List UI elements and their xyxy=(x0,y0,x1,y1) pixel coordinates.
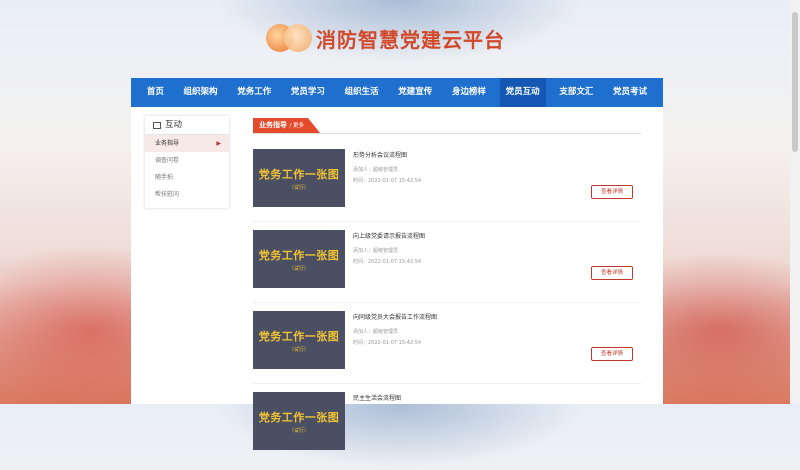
thumbnail-subtitle: （试行） xyxy=(288,184,309,191)
divider xyxy=(253,383,641,384)
site-title: 消防智慧党建云平台 xyxy=(316,27,505,52)
thumbnail-title: 党务工作一张图 xyxy=(258,167,340,181)
nav-item-exams[interactable]: 党员考试 xyxy=(607,78,653,107)
sidebar: 互动 业务指导 ▶ 调查问卷 随手拍 帮扶慰问 xyxy=(145,116,229,208)
list-item: 党务工作一张图 （试行） 形势分析会议流程图 添加人：超级管理员 时间：2022… xyxy=(253,149,641,227)
nav-item-party-work[interactable]: 党务工作 xyxy=(231,78,277,107)
thumbnail-subtitle: （试行） xyxy=(288,427,309,434)
post-time: 时间：2022-01-07 15:42:54 xyxy=(353,259,422,265)
view-detail-button[interactable]: 查看详情 xyxy=(591,266,633,280)
sidebar-title: 互动 xyxy=(165,120,183,130)
nav-item-role-models[interactable]: 身边榜样 xyxy=(446,78,492,107)
page-scrollbar[interactable] xyxy=(790,0,800,404)
sidebar-item-snapshot[interactable]: 随手拍 xyxy=(145,169,229,186)
home-icon xyxy=(153,121,161,129)
post-title[interactable]: 民主生活会流程图 xyxy=(353,393,401,402)
divider xyxy=(253,302,641,303)
sidebar-item-label: 随手拍 xyxy=(155,174,174,181)
nav-item-party-study[interactable]: 党员学习 xyxy=(285,78,331,107)
sidebar-header: 互动 xyxy=(145,116,229,135)
thumbnail-title: 党务工作一张图 xyxy=(258,248,340,262)
divider xyxy=(253,221,641,222)
view-detail-button[interactable]: 查看详情 xyxy=(591,185,633,199)
list-item: 党务工作一张图 （试行） 向同级党员大会报告工作流程图 添加人：超级管理员 时间… xyxy=(253,311,641,389)
post-thumbnail[interactable]: 党务工作一张图 （试行） xyxy=(253,149,345,207)
nav-item-org-life[interactable]: 组织生活 xyxy=(339,78,385,107)
nav-item-organization[interactable]: 组织架构 xyxy=(178,78,224,107)
caret-right-icon: ▶ xyxy=(216,140,221,147)
post-title[interactable]: 向同级党员大会报告工作流程图 xyxy=(353,312,437,321)
sidebar-item-guidance[interactable]: 业务指导 ▶ xyxy=(145,135,229,152)
view-detail-button[interactable]: 查看详情 xyxy=(591,347,633,361)
post-author: 添加人：超级管理员 xyxy=(353,248,399,254)
sidebar-item-label: 业务指导 xyxy=(155,140,180,147)
thumbnail-subtitle: （试行） xyxy=(288,265,309,272)
thumbnail-title: 党务工作一张图 xyxy=(258,329,340,343)
sidebar-item-assistance[interactable]: 帮扶慰问 xyxy=(145,186,229,203)
post-thumbnail[interactable]: 党务工作一张图 （试行） xyxy=(253,392,345,450)
section-tab[interactable]: 业务指导 / 更多 xyxy=(253,118,321,133)
section-tab-label: 业务指导 xyxy=(259,121,287,129)
post-thumbnail[interactable]: 党务工作一张图 （试行） xyxy=(253,230,345,288)
thumbnail-title: 党务工作一张图 xyxy=(258,410,340,424)
scrollbar-thumb[interactable] xyxy=(792,12,798,152)
main-content: 业务指导 / 更多 党务工作一张图 （试行） 形势分析会议流程图 添加人：超级管… xyxy=(253,118,641,450)
post-author: 添加人：超级管理员 xyxy=(353,329,399,335)
nav-item-home[interactable]: 首页 xyxy=(141,78,170,107)
post-thumbnail[interactable]: 党务工作一张图 （试行） xyxy=(253,311,345,369)
sidebar-item-survey[interactable]: 调查问卷 xyxy=(145,152,229,169)
more-link[interactable]: / 更多 xyxy=(289,123,304,129)
post-title[interactable]: 形势分析会议流程图 xyxy=(353,150,407,159)
nav-item-interaction[interactable]: 党员互动 xyxy=(499,78,546,107)
nav-item-publicity[interactable]: 党建宣传 xyxy=(392,78,438,107)
nav-item-branch-articles[interactable]: 支部文汇 xyxy=(553,78,599,107)
sidebar-item-label: 帮扶慰问 xyxy=(155,191,180,198)
post-author: 添加人：超级管理员 xyxy=(353,167,399,173)
post-title[interactable]: 向上级党委请示报告流程图 xyxy=(353,231,425,240)
section-tab-bar: 业务指导 / 更多 xyxy=(253,118,641,134)
thumbnail-subtitle: （试行） xyxy=(288,346,309,353)
post-time: 时间：2022-01-07 15:42:54 xyxy=(353,340,422,346)
content-container: 首页 组织架构 党务工作 党员学习 组织生活 党建宣传 身边榜样 党员互动 支部… xyxy=(131,78,663,450)
site-header: 消防智慧党建云平台 xyxy=(266,20,505,56)
main-nav: 首页 组织架构 党务工作 党员学习 组织生活 党建宣传 身边榜样 党员互动 支部… xyxy=(131,78,663,107)
logo-icon xyxy=(266,22,316,54)
sidebar-item-label: 调查问卷 xyxy=(155,157,180,164)
post-time: 时间：2022-01-07 15:42:54 xyxy=(353,178,422,184)
list-item: 党务工作一张图 （试行） 向上级党委请示报告流程图 添加人：超级管理员 时间：2… xyxy=(253,230,641,308)
